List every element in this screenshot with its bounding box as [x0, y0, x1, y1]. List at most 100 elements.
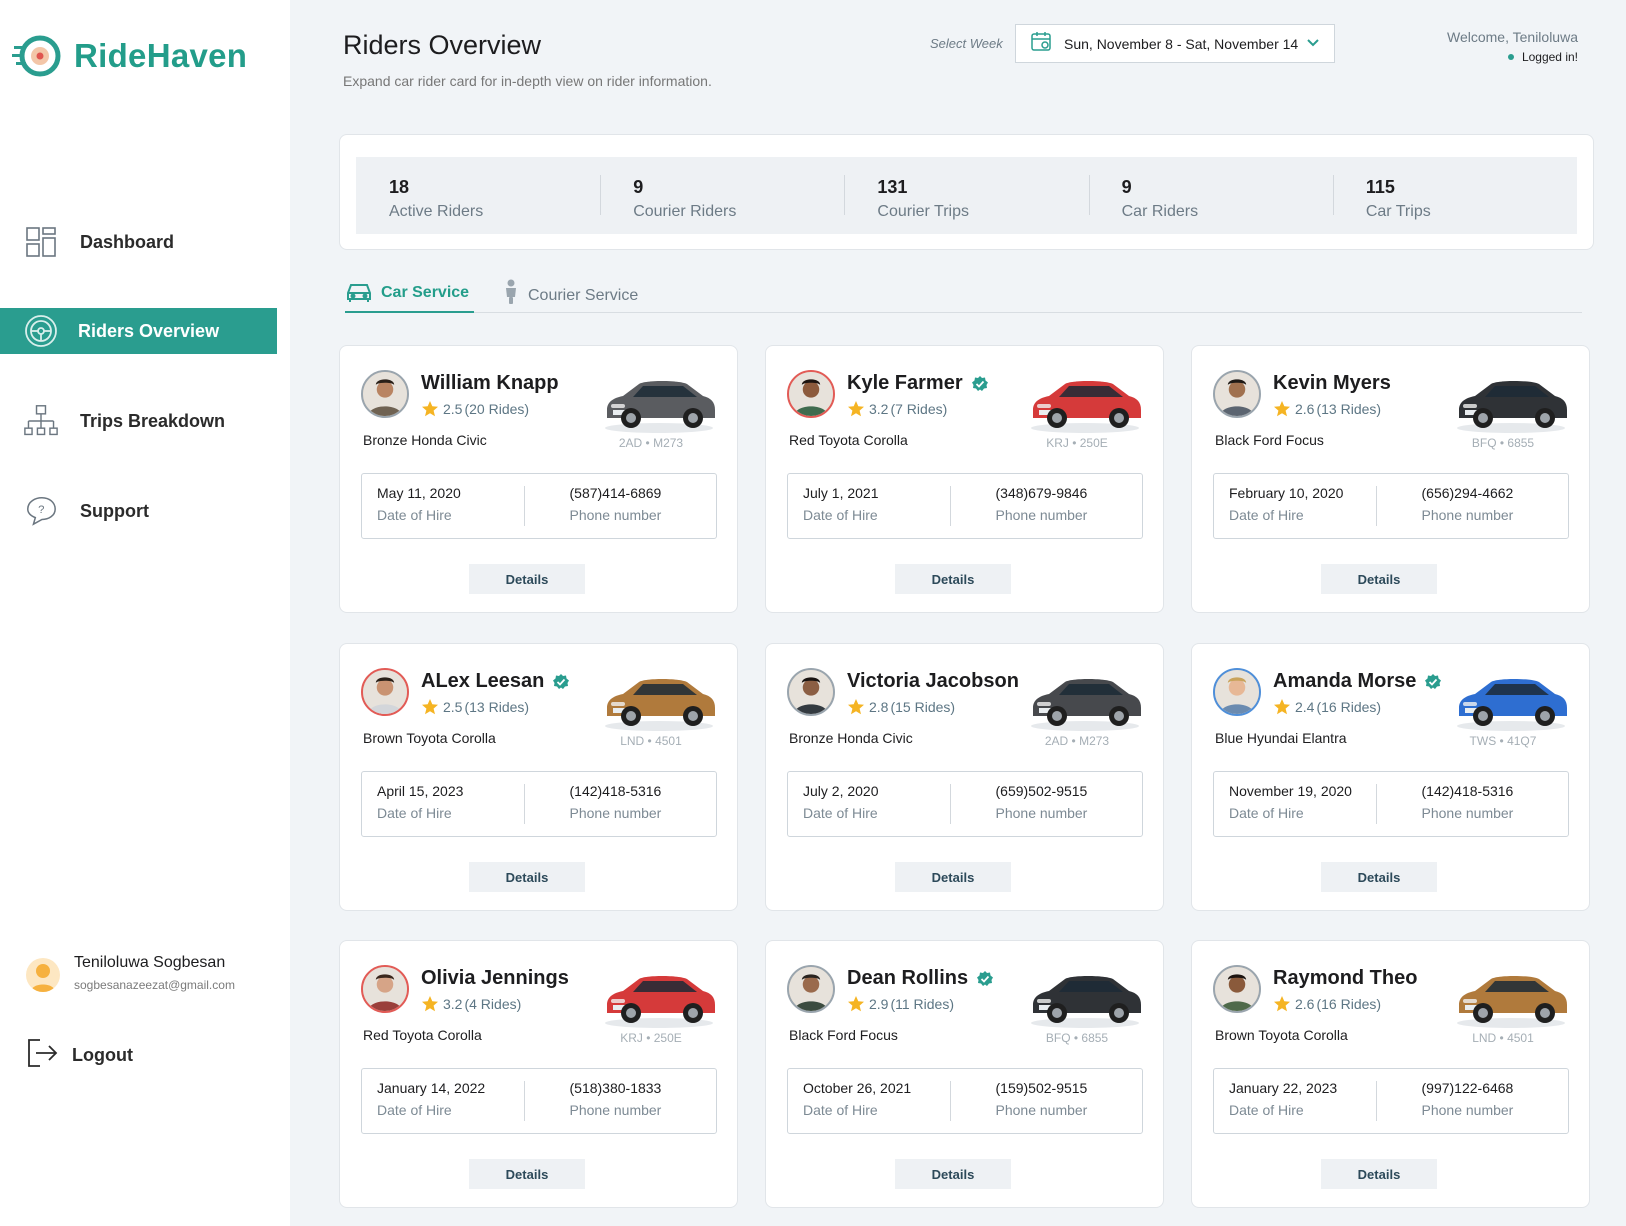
car-model: Red Toyota Corolla	[789, 432, 908, 448]
hire-date-label: Date of Hire	[803, 805, 878, 821]
rider-rating: 3.2 (4 Rides)	[421, 995, 521, 1013]
star-icon	[847, 698, 865, 716]
details-button[interactable]: Details	[895, 564, 1011, 594]
hire-date-field: October 26, 2021 Date of Hire	[788, 1069, 950, 1133]
rider-rating: 2.4 (16 Rides)	[1273, 698, 1381, 716]
app-name: RideHaven	[74, 37, 248, 74]
rider-card[interactable]: Victoria Jacobson 2.8 (15 Rides) Bronze …	[765, 643, 1164, 911]
phone-field: (997)122-6468 Phone number	[1375, 1069, 1569, 1133]
rider-card[interactable]: Kyle Farmer 3.2 (7 Rides) Red Toyota Cor…	[765, 345, 1164, 613]
sidebar-item-dashboard[interactable]: Dashboard	[0, 219, 277, 265]
phone-value: (142)418-5316	[1421, 783, 1514, 799]
avatar	[1213, 965, 1261, 1013]
rider-name: Amanda Morse	[1273, 670, 1442, 693]
details-button[interactable]: Details	[1321, 1159, 1437, 1189]
hire-date-label: Date of Hire	[1229, 507, 1304, 523]
phone-field: (142)418-5316 Phone number	[1375, 772, 1569, 836]
car-icon	[345, 279, 373, 308]
rider-name: William Knapp	[421, 372, 559, 395]
car-image	[1451, 364, 1571, 436]
sidebar-item-riders-overview[interactable]: Riders Overview	[0, 308, 277, 354]
stat-car-riders: 9 Car Riders	[1088, 157, 1333, 234]
rating-value: 3.2	[869, 401, 889, 417]
hire-date-field: February 10, 2020 Date of Hire	[1214, 474, 1376, 538]
sidebar-item-support[interactable]: ? Support	[0, 488, 277, 534]
rider-name: Victoria Jacobson	[847, 670, 1019, 693]
stat-label: Car Riders	[1121, 203, 1199, 220]
rider-card[interactable]: Kevin Myers 2.6 (13 Rides) Black Ford Fo…	[1191, 345, 1590, 613]
rider-name: Kevin Myers	[1273, 372, 1391, 395]
week-select[interactable]: Sun, November 8 - Sat, November 14	[1015, 24, 1335, 63]
chevron-down-icon	[1306, 35, 1320, 53]
sidebar-item-trips-breakdown[interactable]: Trips Breakdown	[0, 398, 277, 444]
star-icon	[421, 698, 439, 716]
rider-card[interactable]: Amanda Morse 2.4 (16 Rides) Blue Hyundai…	[1191, 643, 1590, 911]
hire-date-label: Date of Hire	[803, 1102, 878, 1118]
details-button[interactable]: Details	[1321, 862, 1437, 892]
sidebar-item-label: Dashboard	[80, 231, 175, 252]
details-button[interactable]: Details	[469, 862, 585, 892]
star-icon	[847, 995, 865, 1013]
details-button[interactable]: Details	[895, 862, 1011, 892]
car-model: Brown Toyota Corolla	[1215, 1027, 1348, 1043]
rider-card[interactable]: William Knapp 2.5 (20 Rides) Bronze Hond…	[339, 345, 738, 613]
car-image	[599, 364, 719, 436]
phone-value: (656)294-4662	[1421, 485, 1514, 501]
star-icon	[1273, 400, 1291, 418]
app-logo[interactable]: RideHaven	[12, 34, 247, 78]
details-button[interactable]: Details	[469, 1159, 585, 1189]
license-plate: BFQ • 6855	[1471, 436, 1535, 450]
hire-date-value: January 22, 2023	[1229, 1080, 1338, 1096]
star-icon	[1273, 698, 1291, 716]
rider-name: Raymond Theo	[1273, 967, 1417, 990]
tab-car-service[interactable]: Car Service	[345, 279, 474, 313]
phone-label: Phone number	[995, 805, 1088, 821]
phone-label: Phone number	[1421, 507, 1514, 523]
hire-date-label: Date of Hire	[377, 1102, 452, 1118]
rider-card[interactable]: Raymond Theo 2.6 (16 Rides) Brown Toyota…	[1191, 940, 1590, 1208]
phone-value: (518)380-1833	[569, 1080, 662, 1096]
hire-date-value: July 2, 2020	[803, 783, 879, 799]
rider-info-box: May 11, 2020 Date of Hire (587)414-6869 …	[361, 473, 717, 539]
license-plate: 2AD • M273	[1044, 734, 1110, 748]
tab-courier-service[interactable]: Courier Service	[502, 279, 638, 313]
login-status: Logged in!	[1447, 50, 1578, 64]
rider-info-box: January 14, 2022 Date of Hire (518)380-1…	[361, 1068, 717, 1134]
rider-card[interactable]: Olivia Jennings 3.2 (4 Rides) Red Toyota…	[339, 940, 738, 1208]
calendar-icon	[1030, 30, 1052, 57]
rider-rating: 2.8 (15 Rides)	[847, 698, 955, 716]
car-image	[1025, 364, 1145, 436]
rating-value: 2.5	[443, 699, 463, 715]
avatar	[787, 965, 835, 1013]
license-plate: LND • 4501	[620, 734, 682, 748]
hire-date-field: April 15, 2023 Date of Hire	[362, 772, 524, 836]
rider-name-text: Amanda Morse	[1273, 670, 1417, 692]
rider-name: Dean Rollins	[847, 967, 994, 990]
phone-field: (348)679-9846 Phone number	[949, 474, 1143, 538]
car-image	[1025, 662, 1145, 734]
rating-value: 2.5	[443, 401, 463, 417]
sidebar-item-label: Riders Overview	[78, 320, 220, 341]
logout-icon	[26, 1038, 58, 1073]
car-model: Red Toyota Corolla	[363, 1027, 482, 1043]
rider-rating: 2.9 (11 Rides)	[847, 995, 954, 1013]
hire-date-label: Date of Hire	[1229, 805, 1304, 821]
ride-count: (13 Rides)	[464, 699, 530, 715]
rider-card[interactable]: ALex Leesan 2.5 (13 Rides) Brown Toyota …	[339, 643, 738, 911]
details-button[interactable]: Details	[1321, 564, 1437, 594]
hierarchy-icon	[24, 404, 58, 438]
logout-button[interactable]: Logout	[26, 1038, 133, 1073]
rider-card[interactable]: Dean Rollins 2.9 (11 Rides) Black Ford F…	[765, 940, 1164, 1208]
rider-name-text: Kyle Farmer	[847, 372, 963, 394]
license-plate: TWS • 41Q7	[1469, 734, 1537, 748]
stat-value: 115	[1365, 177, 1395, 197]
rating-value: 2.8	[869, 699, 889, 715]
details-button[interactable]: Details	[895, 1159, 1011, 1189]
user-profile[interactable]: Teniloluwa Sogbesan sogbesanazeezat@gmai…	[26, 954, 235, 992]
rider-info-box: October 26, 2021 Date of Hire (159)502-9…	[787, 1068, 1143, 1134]
details-button[interactable]: Details	[469, 564, 585, 594]
license-plate: 2AD • M273	[618, 436, 684, 450]
star-icon	[421, 400, 439, 418]
service-tabs: Car Service Courier Service	[345, 279, 1582, 313]
star-icon	[1273, 995, 1291, 1013]
